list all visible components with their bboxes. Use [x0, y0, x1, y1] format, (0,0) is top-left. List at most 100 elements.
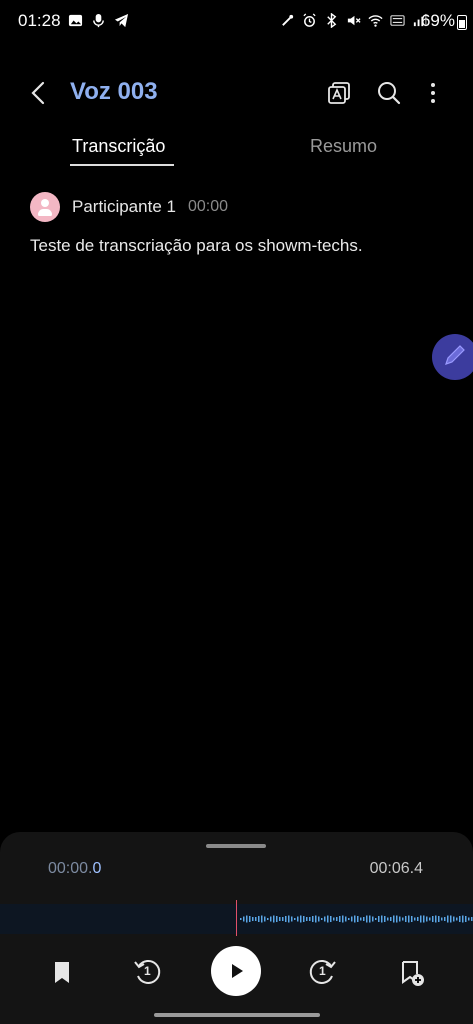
waveform-bar: [366, 915, 368, 923]
waveform-bar: [459, 916, 461, 922]
forward-button[interactable]: 1: [304, 954, 340, 990]
waveform-bar: [363, 917, 365, 921]
waveform-bar: [342, 915, 344, 923]
waveform-bar: [303, 916, 305, 922]
pencil-icon: [445, 345, 465, 365]
waveform-bar: [282, 917, 284, 921]
waveform-bar: [453, 916, 455, 922]
panel-drag-handle[interactable]: [206, 844, 266, 848]
bookmark-icon[interactable]: [44, 954, 80, 990]
waveform-bar: [408, 915, 410, 923]
waveform-bar: [261, 915, 263, 923]
home-indicator[interactable]: [154, 1013, 320, 1017]
waveform-bar: [312, 916, 314, 922]
waveform-bar: [375, 918, 377, 920]
waveform-bar: [330, 916, 332, 922]
waveform-bar: [240, 918, 242, 920]
tab-transcription[interactable]: Transcrição: [72, 136, 165, 157]
bluetooth-icon: [327, 13, 337, 28]
more-icon[interactable]: [418, 78, 448, 108]
waveform-bar: [438, 916, 440, 922]
current-time-fraction: 0: [92, 860, 102, 877]
waveform-bar: [309, 917, 311, 921]
nfc-icon: [282, 14, 294, 26]
participant-row: Participante 1 00:00: [30, 192, 228, 222]
waveform-bar: [462, 915, 464, 923]
waveform-bar: [285, 916, 287, 922]
waveform-bar: [414, 917, 416, 921]
waveform-bar: [426, 916, 428, 922]
waveform-bar: [270, 916, 272, 922]
waveform-bar: [384, 916, 386, 922]
avatar[interactable]: [30, 192, 60, 222]
waveform-bar: [246, 915, 248, 923]
search-icon[interactable]: [374, 78, 404, 108]
waveform-bar: [291, 916, 293, 922]
waveform-bar: [297, 916, 299, 922]
current-time-main: 00:00.: [48, 860, 93, 877]
playhead[interactable]: [236, 900, 237, 936]
waveform-bar: [405, 916, 407, 922]
waveform-bar: [387, 917, 389, 921]
mic-icon: [93, 13, 104, 28]
waveform-bar: [318, 916, 320, 922]
rewind-button[interactable]: 1: [130, 954, 166, 990]
waveform-bar: [264, 916, 266, 922]
waveform-bar: [279, 917, 281, 921]
transcript-text[interactable]: Teste de transcriação para os showm-tech…: [30, 236, 450, 256]
waveform-bar: [357, 916, 359, 922]
battery-icon: [457, 15, 467, 30]
waveform-bar: [369, 915, 371, 923]
waveform-bar: [423, 915, 425, 923]
waveform-bar: [402, 917, 404, 921]
wifi-icon: [368, 15, 383, 27]
waveform-bar: [393, 915, 395, 923]
translate-icon[interactable]: [324, 78, 354, 108]
telegram-icon: [114, 13, 129, 28]
total-time: 00:06.4: [369, 860, 423, 877]
waveform-bar: [399, 916, 401, 922]
edit-button[interactable]: [432, 334, 473, 380]
play-button[interactable]: [211, 946, 261, 996]
waveform-bar: [243, 916, 245, 922]
alarm-icon: [303, 13, 316, 27]
waveform-bar: [249, 916, 251, 922]
waveform-bar: [252, 917, 254, 921]
mute-icon: [347, 15, 361, 26]
current-time: 00:00.0: [48, 860, 101, 878]
back-button[interactable]: [24, 78, 54, 108]
app-header: Voz 003: [0, 70, 473, 116]
waveform-bar: [339, 916, 341, 922]
waveform-bar: [321, 918, 323, 920]
waveform-bar: [390, 917, 392, 921]
waveform-bar: [456, 917, 458, 921]
add-bookmark-icon[interactable]: [392, 954, 428, 990]
waveform-bar: [447, 915, 449, 923]
waveform-bar: [324, 916, 326, 922]
forward-label: 1: [319, 964, 326, 978]
waveform-bar: [258, 916, 260, 922]
waveform-bar: [300, 915, 302, 923]
waveform-bar: [468, 917, 470, 921]
waveform-bar: [417, 917, 419, 921]
waveform-bar: [432, 916, 434, 922]
waveform-bar: [441, 917, 443, 921]
rewind-label: 1: [144, 964, 151, 978]
waveform-bar: [429, 917, 431, 921]
volte-icon: [390, 15, 405, 26]
tab-summary[interactable]: Resumo: [310, 136, 377, 157]
waveform-bar: [360, 917, 362, 921]
player-controls: 1 1: [0, 944, 473, 1004]
waveform-bar: [396, 915, 398, 923]
participant-name[interactable]: Participante 1: [72, 197, 176, 217]
waveform-bar: [267, 918, 269, 920]
waveform-bar: [471, 917, 473, 921]
waveform-bar: [345, 916, 347, 922]
active-tab-indicator: [70, 164, 174, 166]
image-icon: [68, 14, 83, 27]
waveform-bar: [465, 916, 467, 922]
waveform-bar: [450, 915, 452, 923]
participant-timestamp[interactable]: 00:00: [188, 198, 228, 216]
status-bar: 01:28 69%: [0, 0, 473, 44]
waveform-bar: [354, 915, 356, 923]
